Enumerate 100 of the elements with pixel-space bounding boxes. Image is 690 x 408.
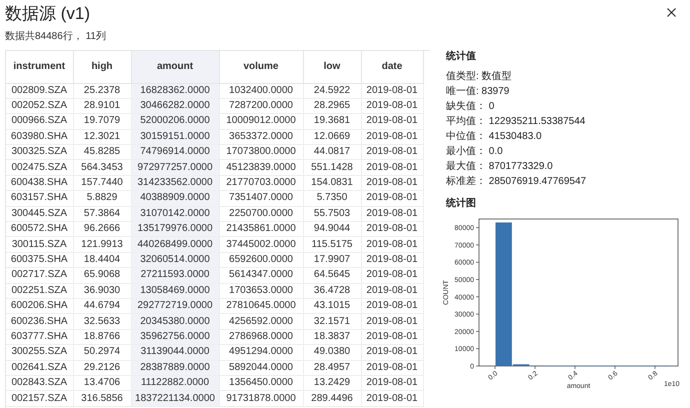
table-cell: 440268499.0000 [131, 236, 219, 252]
table-cell: 12.3021 [73, 129, 131, 145]
column-header[interactable]: low [303, 51, 361, 83]
table-cell: 157.7440 [73, 175, 131, 191]
table-cell: 2019-08-01 [361, 390, 423, 406]
table-cell: 1356450.0000 [219, 375, 303, 391]
table-cell: 7351407.0000 [219, 190, 303, 206]
table-cell: 600206.SHA [6, 298, 73, 314]
table-cell: 2019-08-01 [361, 114, 423, 130]
table-cell: 002843.SZA [6, 375, 73, 391]
column-header[interactable]: high [73, 51, 131, 83]
table-cell: 6592600.0000 [219, 252, 303, 268]
table-cell: 44.0817 [303, 144, 361, 160]
table-cell: 2019-08-01 [361, 236, 423, 252]
stat-line: 值类型: 数值型 [446, 70, 513, 83]
stat-line: 唯一值: 83979 [446, 85, 510, 98]
table-cell: 55.7503 [303, 206, 361, 222]
table-cell: 19.3681 [303, 114, 361, 130]
table-cell: 002809.SZA [6, 83, 73, 98]
table-cell: 600572.SHA [6, 222, 73, 237]
table-cell: 135179976.0000 [131, 222, 219, 237]
table-cell: 13058469.0000 [131, 283, 219, 298]
stat-line: 中位值： 41530483.0 [446, 130, 543, 143]
table-cell: 50.2974 [73, 344, 131, 360]
table-cell: 2019-08-01 [361, 252, 423, 268]
table-cell: 5892044.0000 [219, 360, 303, 376]
table-cell: 20345380.0000 [131, 314, 219, 330]
table-cell: 18.3837 [303, 329, 361, 345]
table-cell: 551.1428 [303, 160, 361, 176]
dialog-title: 数据源 (v1) [5, 3, 90, 25]
table-cell: 2786968.0000 [219, 329, 303, 345]
table-cell: 28.9101 [73, 98, 131, 114]
table-cell: 27810645.0000 [219, 298, 303, 314]
table-cell: 002251.SZA [6, 283, 73, 298]
table-cell: 43.1015 [303, 298, 361, 314]
table-cell: 603980.SHA [6, 129, 73, 145]
table-cell: 2019-08-01 [361, 129, 423, 145]
table-cell: 1032400.0000 [219, 83, 303, 98]
table-cell: 300445.SZA [6, 206, 73, 222]
table-cell: 002052.SZA [6, 98, 73, 114]
stat-line: 缺失值： 0 [446, 100, 496, 113]
table-cell: 37445002.0000 [219, 236, 303, 252]
table-cell: 1837221134.0000 [131, 390, 219, 406]
stat-line: 平均值： 122935211.53387544 [446, 115, 586, 128]
column-header[interactable]: instrument [6, 51, 73, 83]
table-cell: 13.2429 [303, 375, 361, 391]
close-button[interactable] [664, 5, 679, 20]
table-cell: 300325.SZA [6, 144, 73, 160]
table-cell: 91731878.0000 [219, 390, 303, 406]
table-cell: 31139044.0000 [131, 344, 219, 360]
table-cell: 18.8766 [73, 329, 131, 345]
data-summary: 数据共84486行， 11列 [4, 30, 107, 43]
table-cell: 36.9030 [73, 283, 131, 298]
table-cell: 2250700.0000 [219, 206, 303, 222]
table-cell: 21435861.0000 [219, 222, 303, 237]
table-cell: 28.2965 [303, 98, 361, 114]
table-cell: 5.8829 [73, 190, 131, 206]
table-cell: 2019-08-01 [361, 329, 423, 345]
table-cell: 600438.SHA [6, 175, 73, 191]
table-cell: 30159151.0000 [131, 129, 219, 145]
table-cell: 10009012.0000 [219, 114, 303, 130]
table-cell: 115.5175 [303, 236, 361, 252]
table-cell: 2019-08-01 [361, 314, 423, 330]
table-cell: 7287200.0000 [219, 98, 303, 114]
table-cell: 603157.SHA [6, 190, 73, 206]
table-cell: 002717.SZA [6, 268, 73, 284]
column-header[interactable]: date [361, 51, 423, 83]
table-cell: 11122882.0000 [131, 375, 219, 391]
table-cell: 2019-08-01 [361, 283, 423, 298]
table-cell: 292772719.0000 [131, 298, 219, 314]
table-cell: 2019-08-01 [361, 83, 423, 98]
table-cell: 19.7079 [73, 114, 131, 130]
table-cell: 16828362.0000 [131, 83, 219, 98]
table-cell: 96.2666 [73, 222, 131, 237]
table-cell: 17073800.0000 [219, 144, 303, 160]
table-cell: 2019-08-01 [361, 160, 423, 176]
table-cell: 25.2378 [73, 83, 131, 98]
table-cell: 36.4728 [303, 283, 361, 298]
table-cell: 002475.SZA [6, 160, 73, 176]
table-cell: 2019-08-01 [361, 190, 423, 206]
table-cell: 314233562.0000 [131, 175, 219, 191]
table-cell: 49.0380 [303, 344, 361, 360]
table-cell: 29.2126 [73, 360, 131, 376]
table-cell: 2019-08-01 [361, 360, 423, 376]
table-cell: 24.5922 [303, 83, 361, 98]
column-header[interactable]: amount [131, 51, 219, 83]
table-cell: 52000206.0000 [131, 114, 219, 130]
table-cell: 30466282.0000 [131, 98, 219, 114]
table-cell: 2019-08-01 [361, 222, 423, 237]
table-cell: 57.3864 [73, 206, 131, 222]
table-cell: 2019-08-01 [361, 206, 423, 222]
table-cell: 2019-08-01 [361, 98, 423, 114]
table-cell: 40388909.0000 [131, 190, 219, 206]
table-cell: 300255.SZA [6, 344, 73, 360]
table-cell: 94.9044 [303, 222, 361, 237]
section-heading: 统计图 [446, 197, 477, 210]
table-cell: 18.4404 [73, 252, 131, 268]
column-header[interactable]: volume [219, 51, 303, 83]
table-cell: 600375.SHA [6, 252, 73, 268]
table-cell: 65.9068 [73, 268, 131, 284]
